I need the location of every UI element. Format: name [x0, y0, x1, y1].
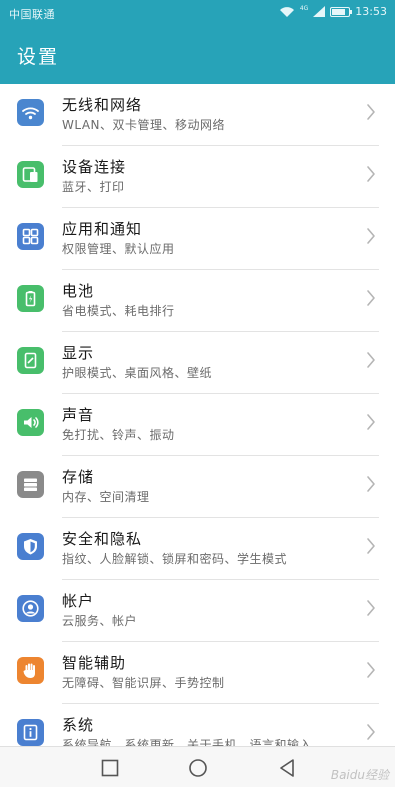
- page-title: 设置: [17, 46, 60, 68]
- settings-item-8[interactable]: 帐户 云服务、帐户: [0, 580, 395, 642]
- settings-item-subtitle: 云服务、帐户: [62, 614, 138, 628]
- info-icon: [17, 719, 44, 746]
- back-button[interactable]: [276, 757, 298, 779]
- settings-item-7[interactable]: 安全和隐私指纹、人脸解锁、锁屏和密码、学生模式: [0, 518, 395, 580]
- settings-item-5[interactable]: 声音免打扰、铃声、振动: [0, 394, 395, 456]
- settings-item-1[interactable]: 设备连接 蓝牙、打印: [0, 146, 395, 208]
- chevron-right-icon: [367, 724, 375, 740]
- hand-icon: [17, 657, 44, 684]
- clock: 13:53: [355, 5, 387, 18]
- settings-item-label: 设备连接: [62, 158, 127, 176]
- settings-item-subtitle: 护眼模式、桌面风格、壁纸: [62, 366, 213, 380]
- settings-list: 无线和网络 WLAN、双卡管理、移动网络设备连接蓝牙、打印应用和通知权限管理、默认…: [0, 84, 395, 746]
- speaker-icon: [17, 409, 44, 436]
- watermark: Baidu经验: [330, 768, 389, 782]
- home-button[interactable]: [187, 757, 209, 779]
- recent-apps-button[interactable]: [99, 757, 121, 779]
- settings-item-label: 存储: [62, 468, 95, 486]
- chevron-right-icon: [367, 600, 375, 616]
- settings-item-label: 应用和通知: [62, 220, 143, 238]
- battery-icon: [17, 285, 44, 312]
- settings-item-label: 系统: [62, 716, 95, 734]
- settings-item-6[interactable]: 存储 内存、空间清理: [0, 456, 395, 518]
- cell-signal-icon: [313, 6, 326, 17]
- account-icon: [17, 595, 44, 622]
- app-bar: 设置: [0, 24, 395, 84]
- settings-item-label: 帐户: [62, 592, 95, 610]
- settings-item-subtitle: 权限管理、默认应用: [62, 242, 175, 256]
- wifi-signal-icon: [279, 6, 294, 17]
- chevron-right-icon: [367, 166, 375, 182]
- chevron-right-icon: [367, 476, 375, 492]
- device-connect-icon: [17, 161, 44, 188]
- status-bar: 中国联通 4G 13:53: [0, 0, 395, 24]
- settings-item-2[interactable]: 应用和通知权限管理、默认应用: [0, 208, 395, 270]
- settings-item-label: 显示: [62, 344, 95, 362]
- settings-item-subtitle: 内存、空间清理: [62, 490, 150, 504]
- settings-item-10[interactable]: 系统系统导航、系统更新、关于手机、语言和输入: [0, 704, 395, 746]
- apps-grid-icon: [17, 223, 44, 250]
- settings-item-9[interactable]: 智能辅助无障碍、智能识屏、手势控制: [0, 642, 395, 704]
- chevron-right-icon: [367, 662, 375, 678]
- network-type: 4G: [299, 4, 309, 12]
- settings-item-subtitle: WLAN、双卡管理、移动网络: [62, 118, 226, 132]
- settings-item-subtitle: 蓝牙、打印: [62, 180, 125, 194]
- chevron-right-icon: [367, 352, 375, 368]
- status-icons: 4G 13:53: [279, 5, 387, 18]
- settings-item-subtitle: 无障碍、智能识屏、手势控制: [62, 676, 225, 690]
- chevron-right-icon: [367, 538, 375, 554]
- display-icon: [17, 347, 44, 374]
- chevron-right-icon: [367, 104, 375, 120]
- settings-item-3[interactable]: 电池省电模式、耗电排行: [0, 270, 395, 332]
- settings-item-subtitle: 指纹、人脸解锁、锁屏和密码、学生模式: [62, 552, 288, 566]
- settings-item-label: 安全和隐私: [62, 530, 143, 548]
- settings-item-4[interactable]: 显示护眼模式、桌面风格、壁纸: [0, 332, 395, 394]
- shield-icon: [17, 533, 44, 560]
- settings-item-label: 智能辅助: [62, 654, 127, 672]
- settings-item-0[interactable]: 无线和网络 WLAN、双卡管理、移动网络: [0, 84, 395, 146]
- storage-icon: [17, 471, 44, 498]
- settings-item-subtitle: 免打扰、铃声、振动: [62, 428, 175, 442]
- chevron-right-icon: [367, 228, 375, 244]
- settings-item-label: 电池: [62, 282, 95, 300]
- settings-item-subtitle: 省电模式、耗电排行: [62, 304, 175, 318]
- navigation-bar: Baidu经验: [0, 746, 395, 787]
- settings-item-label: 声音: [62, 406, 95, 424]
- chevron-right-icon: [367, 290, 375, 306]
- settings-item-subtitle: 系统导航、系统更新、关于手机、语言和输入: [62, 738, 313, 746]
- battery-icon: [330, 6, 353, 17]
- settings-item-label: 无线和网络: [62, 96, 143, 114]
- chevron-right-icon: [367, 414, 375, 430]
- wifi-icon: [17, 99, 44, 126]
- carrier-name: 中国联通: [9, 8, 55, 21]
